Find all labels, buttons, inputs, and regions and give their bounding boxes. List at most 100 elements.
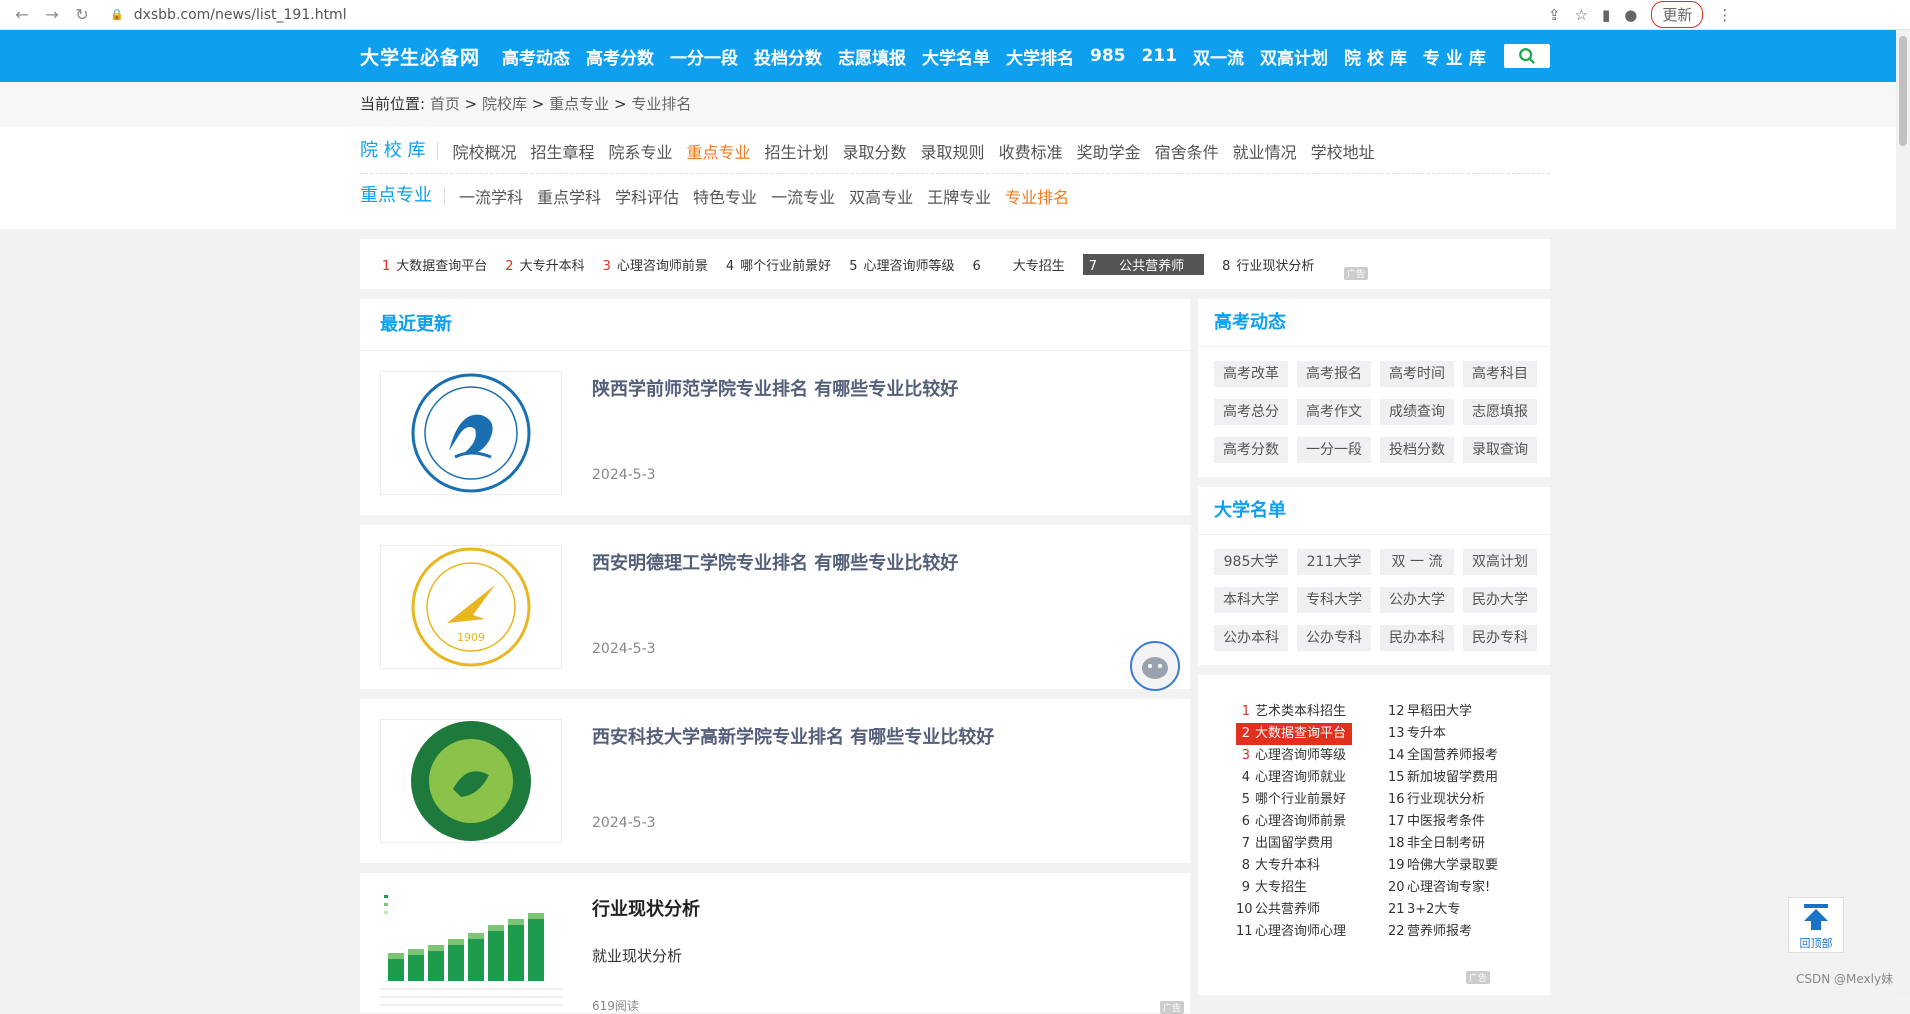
- ranklist-item[interactable]: 7 出国留学费用: [1236, 833, 1384, 855]
- subnav-link-active[interactable]: 专业排名: [1005, 184, 1069, 208]
- subnav-link[interactable]: 录取规则: [921, 139, 985, 163]
- subnav-link[interactable]: 院校概况: [452, 139, 516, 163]
- breadcrumb-link[interactable]: 重点专业: [549, 95, 609, 113]
- breadcrumb-link[interactable]: 院校库: [482, 95, 527, 113]
- tag-link[interactable]: 民办本科: [1380, 625, 1454, 651]
- tag-link[interactable]: 211大学: [1297, 549, 1371, 575]
- school-logo-image[interactable]: [380, 371, 562, 495]
- ad-link-highlight[interactable]: 7 公共营养师: [1082, 253, 1205, 275]
- tag-link[interactable]: 录取查询: [1463, 437, 1537, 463]
- nav-item[interactable]: 志愿填报: [838, 44, 906, 69]
- page-scrollbar[interactable]: [1896, 30, 1910, 996]
- nav-item[interactable]: 大学排名: [1006, 44, 1074, 69]
- tag-link[interactable]: 高考作文: [1297, 399, 1371, 425]
- ad-link[interactable]: 1 大数据查询平台: [382, 255, 487, 274]
- subnav-link[interactable]: 招生计划: [765, 139, 829, 163]
- ad-title[interactable]: 行业现状分析: [592, 895, 1170, 921]
- subnav-link[interactable]: 宿舍条件: [1155, 139, 1219, 163]
- ad-link[interactable]: 2 大专升本科: [505, 255, 584, 274]
- nav-item[interactable]: 高考分数: [586, 44, 654, 69]
- article-item[interactable]: 陕西学前师范学院专业排名 有哪些专业比较好 2024-5-3: [360, 351, 1190, 515]
- ranklist-item[interactable]: 10 公共营养师: [1236, 899, 1384, 921]
- ranklist-item[interactable]: 9 大专招生: [1236, 877, 1384, 899]
- tag-link[interactable]: 专科大学: [1297, 587, 1371, 613]
- subnav-head[interactable]: 重点专业: [360, 186, 445, 205]
- breadcrumb-link[interactable]: 专业排名: [631, 95, 691, 113]
- star-icon[interactable]: ☆: [1575, 6, 1588, 24]
- subnav-link[interactable]: 院系专业: [608, 139, 672, 163]
- ranklist-item[interactable]: 20 心理咨询专家!: [1388, 877, 1536, 899]
- ad-chart-image[interactable]: [380, 887, 562, 1011]
- tag-link[interactable]: 双 一 流: [1380, 549, 1454, 575]
- subnav-link[interactable]: 招生章程: [530, 139, 594, 163]
- tag-link[interactable]: 投档分数: [1380, 437, 1454, 463]
- tag-link[interactable]: 高考报名: [1297, 361, 1371, 387]
- subnav-link[interactable]: 一流专业: [771, 184, 835, 208]
- article-title[interactable]: 西安科技大学高新学院专业排名 有哪些专业比较好: [592, 723, 1170, 749]
- tag-link[interactable]: 985大学: [1214, 549, 1288, 575]
- nav-item[interactable]: 高考动态: [502, 44, 570, 69]
- breadcrumb-link[interactable]: 首页: [430, 95, 460, 113]
- nav-item[interactable]: 一分一段: [670, 44, 738, 69]
- tag-link[interactable]: 公办大学: [1380, 587, 1454, 613]
- subnav-link[interactable]: 双高专业: [849, 184, 913, 208]
- article-item[interactable]: 西安科技大学高新学院专业排名 有哪些专业比较好 2024-5-3: [360, 699, 1190, 863]
- ad-article[interactable]: 行业现状分析 就业现状分析 619阅读 广告: [360, 873, 1190, 1014]
- nav-item[interactable]: 985: [1090, 46, 1126, 66]
- tag-link[interactable]: 公办专科: [1297, 625, 1371, 651]
- ranklist-item[interactable]: 15 新加坡留学费用: [1388, 767, 1536, 789]
- ranklist-item[interactable]: 5 哪个行业前景好: [1236, 789, 1384, 811]
- ranklist-item-highlight[interactable]: 2 大数据查询平台: [1236, 723, 1353, 745]
- article-title[interactable]: 西安明德理工学院专业排名 有哪些专业比较好: [592, 549, 1170, 575]
- tag-link[interactable]: 民办大学: [1463, 587, 1537, 613]
- tag-link[interactable]: 公办本科: [1214, 625, 1288, 651]
- subnav-link[interactable]: 收费标准: [999, 139, 1063, 163]
- nav-item[interactable]: 双一流: [1193, 44, 1244, 69]
- ranklist-item[interactable]: 13 专升本: [1388, 723, 1536, 745]
- share-icon[interactable]: ⇪: [1548, 6, 1561, 24]
- profile-icon[interactable]: ●: [1624, 6, 1637, 24]
- ranklist-item[interactable]: 18 非全日制考研: [1388, 833, 1536, 855]
- subnav-head[interactable]: 院 校 库: [360, 142, 439, 160]
- ranklist-item[interactable]: 12 早稻田大学: [1388, 701, 1536, 723]
- chat-float-button[interactable]: [1130, 641, 1180, 691]
- subnav-link-active[interactable]: 重点专业: [687, 139, 751, 163]
- ranklist-item[interactable]: 14 全国营养师报考: [1388, 745, 1536, 767]
- search-button[interactable]: [1504, 44, 1550, 68]
- tag-link[interactable]: 双高计划: [1463, 549, 1537, 575]
- nav-item[interactable]: 投档分数: [754, 44, 822, 69]
- ad-link[interactable]: 3 心理咨询师前景: [603, 255, 708, 274]
- tag-link[interactable]: 高考时间: [1380, 361, 1454, 387]
- tag-link[interactable]: 民办专科: [1463, 625, 1537, 651]
- address-bar[interactable]: 🔒 dxsbb.com/news/list_191.html: [110, 7, 1540, 23]
- ad-link[interactable]: 5 心理咨询师等级: [849, 255, 954, 274]
- forward-icon[interactable]: →: [40, 5, 64, 24]
- nav-item[interactable]: 双高计划: [1260, 44, 1328, 69]
- ranklist-item[interactable]: 4 心理咨询师就业: [1236, 767, 1384, 789]
- tag-link[interactable]: 高考总分: [1214, 399, 1288, 425]
- nav-item[interactable]: 大学名单: [922, 44, 990, 69]
- ranklist-item[interactable]: 22 营养师报考: [1388, 921, 1536, 943]
- ad-link[interactable]: 8 行业现状分析: [1222, 255, 1314, 274]
- tag-link[interactable]: 高考改革: [1214, 361, 1288, 387]
- tag-link[interactable]: 志愿填报: [1463, 399, 1537, 425]
- scrollbar-thumb[interactable]: [1899, 36, 1907, 146]
- menu-icon[interactable]: ⋮: [1717, 6, 1732, 24]
- url-text[interactable]: dxsbb.com/news/list_191.html: [134, 7, 347, 23]
- ranklist-item[interactable]: 16 行业现状分析: [1388, 789, 1536, 811]
- ranklist-item[interactable]: 8 大专升本科: [1236, 855, 1384, 877]
- ranklist-item[interactable]: 6 心理咨询师前景: [1236, 811, 1384, 833]
- site-logo[interactable]: 大学生必备网: [360, 43, 480, 70]
- subnav-link[interactable]: 学校地址: [1311, 139, 1375, 163]
- subnav-link[interactable]: 王牌专业: [927, 184, 991, 208]
- ranklist-item[interactable]: 21 3+2大专: [1388, 899, 1536, 921]
- subnav-link[interactable]: 奖助学金: [1077, 139, 1141, 163]
- subnav-link[interactable]: 录取分数: [843, 139, 907, 163]
- nav-item[interactable]: 院 校 库: [1344, 44, 1407, 69]
- tag-link[interactable]: 高考分数: [1214, 437, 1288, 463]
- subnav-link[interactable]: 就业情况: [1233, 139, 1297, 163]
- ad-link[interactable]: 4 哪个行业前景好: [726, 255, 831, 274]
- update-button[interactable]: 更新: [1651, 1, 1704, 28]
- ranklist-item[interactable]: 1 艺术类本科招生: [1236, 701, 1384, 723]
- sidebar-icon[interactable]: ▮: [1602, 6, 1610, 24]
